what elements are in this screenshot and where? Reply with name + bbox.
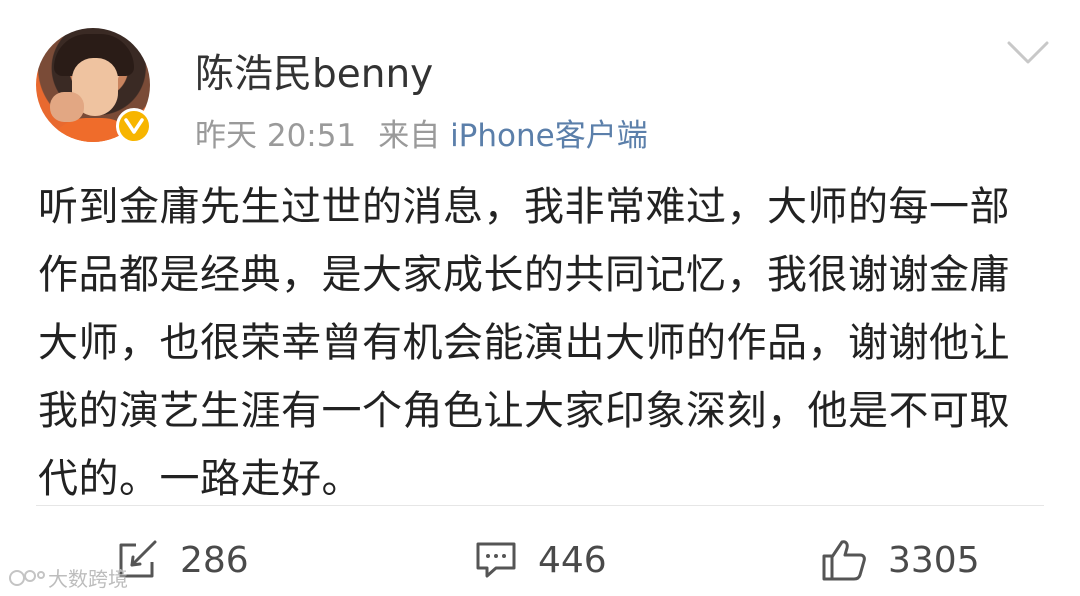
repost-count: 286 bbox=[180, 539, 249, 581]
post-meta: 昨天 20:51 来自 iPhone客户端 bbox=[195, 110, 648, 155]
comment-button[interactable]: 446 bbox=[474, 534, 607, 586]
watermark: 大数跨境 bbox=[8, 563, 128, 592]
comment-count: 446 bbox=[538, 539, 607, 581]
source-label: 来自 bbox=[378, 118, 441, 154]
post-time: 昨天 20:51 bbox=[195, 118, 357, 154]
watermark-logo-icon bbox=[9, 569, 45, 586]
divider bbox=[36, 505, 1044, 506]
source-link[interactable]: iPhone客户端 bbox=[450, 118, 648, 154]
verified-badge-icon bbox=[116, 108, 152, 144]
post-content: 听到金庸先生过世的消息，我非常难过，大师的每一部作品都是经典，是大家成长的共同记… bbox=[38, 184, 1010, 502]
chevron-down-icon[interactable] bbox=[1006, 40, 1050, 66]
watermark-text: 大数跨境 bbox=[48, 567, 128, 591]
repost-button[interactable]: 286 bbox=[116, 534, 249, 586]
v-icon bbox=[124, 118, 144, 134]
username[interactable]: 陈浩民benny bbox=[195, 43, 433, 99]
thumbs-up-icon bbox=[822, 540, 866, 581]
comment-icon bbox=[476, 542, 516, 578]
like-count: 3305 bbox=[888, 539, 980, 581]
like-button[interactable]: 3305 bbox=[820, 534, 980, 586]
avatar-hand bbox=[50, 92, 84, 122]
